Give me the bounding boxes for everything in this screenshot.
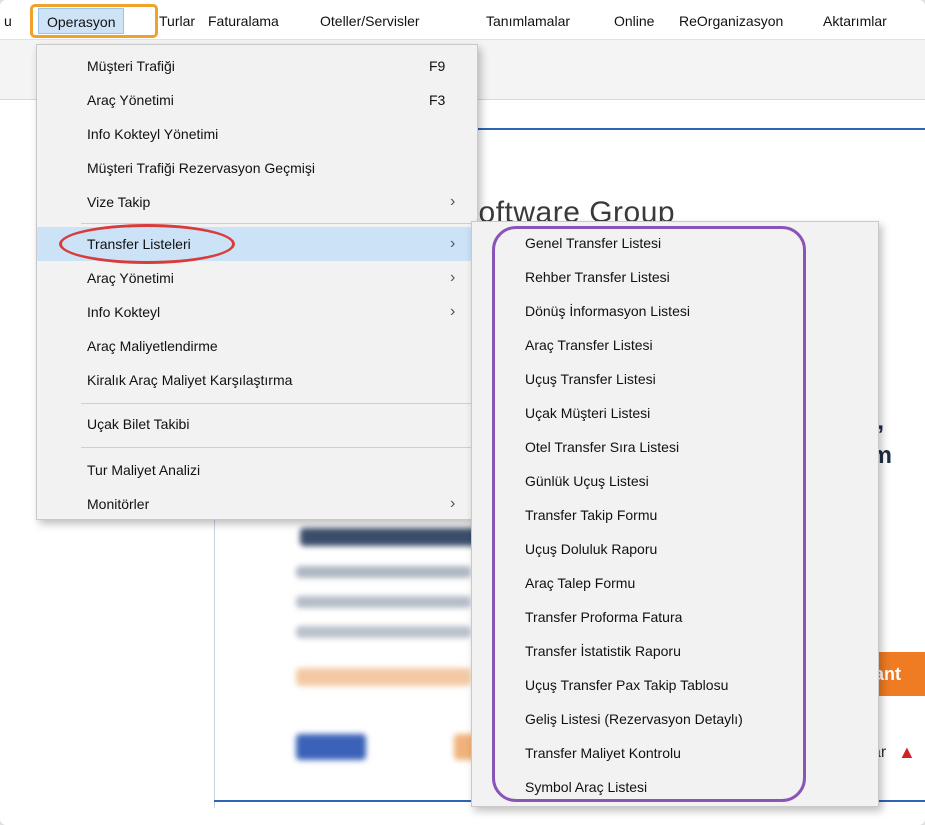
submenu-item-label: Uçak Müşteri Listesi [525, 405, 651, 421]
menu-reorganizasyon[interactable]: ReOrganizasyon [679, 8, 783, 34]
submenu-arrow-icon: › [450, 193, 456, 210]
submenu-item[interactable]: Transfer Maliyet Kontrolu [472, 736, 878, 770]
menu-item-label: Info Kokteyl Yönetimi [87, 126, 219, 142]
menu-item-label: Araç Yönetimi [87, 92, 174, 108]
menu-item-transfer-listeleri[interactable]: Transfer Listeleri › [37, 227, 477, 261]
submenu-item-label: Geliş Listesi (Rezervasyon Detaylı) [525, 711, 743, 727]
submenu-item-label: Günlük Uçuş Listesi [525, 473, 649, 489]
submenu-item[interactable]: Symbol Araç Listesi [472, 770, 878, 804]
submenu-item-label: Uçuş Transfer Pax Takip Tablosu [525, 677, 729, 693]
menu-item-shortcut: F9 [429, 58, 446, 74]
menu-item-monitorler[interactable]: Monitörler › [37, 487, 477, 521]
menu-item-tur-maliyet-analizi[interactable]: Tur Maliyet Analizi [37, 453, 477, 487]
submenu-item[interactable]: Otel Transfer Sıra Listesi [472, 430, 878, 464]
menu-tanimlamalar[interactable]: Tanımlamalar [486, 8, 570, 34]
menu-item-label: Info Kokteyl [87, 304, 161, 320]
menu-item-label: Tur Maliyet Analizi [87, 462, 201, 478]
menu-bar: u Operasyon Turlar Faturalama Oteller/Se… [0, 0, 925, 40]
submenu-item-label: Otel Transfer Sıra Listesi [525, 439, 680, 455]
menu-separator [81, 403, 471, 404]
menu-oteller-servisler[interactable]: Oteller/Servisler [320, 8, 420, 34]
blurred-text-line [296, 566, 471, 578]
submenu-item-label: Transfer Proforma Fatura [525, 609, 683, 625]
submenu-item[interactable]: Günlük Uçuş Listesi [472, 464, 878, 498]
submenu-item-label: Araç Talep Formu [525, 575, 636, 591]
menu-item-kiralik-arac-maliyet[interactable]: Kiralık Araç Maliyet Karşılaştırma [37, 363, 477, 397]
blurred-blue-button [296, 734, 366, 760]
menu-item-rezervasyon-gecmisi[interactable]: Müşteri Trafiği Rezervasyon Geçmişi [37, 151, 477, 185]
submenu-arrow-icon: › [450, 303, 456, 320]
menu-item-info-kokteyl[interactable]: Info Kokteyl › [37, 295, 477, 329]
submenu-item-label: Araç Transfer Listesi [525, 337, 653, 353]
submenu-item-label: Genel Transfer Listesi [525, 235, 662, 251]
menu-item-partial[interactable]: u [4, 8, 12, 34]
submenu-item[interactable]: Uçak Müşteri Listesi [472, 396, 878, 430]
menu-item-info-kokteyl-yonetimi[interactable]: Info Kokteyl Yönetimi [37, 117, 477, 151]
submenu-arrow-icon: › [450, 495, 456, 512]
transfer-listeleri-submenu: Genel Transfer Listesi Rehber Transfer L… [471, 221, 879, 807]
menu-faturalama[interactable]: Faturalama [208, 8, 279, 34]
submenu-item-label: Uçuş Transfer Listesi [525, 371, 656, 387]
menu-item-label: Kiralık Araç Maliyet Karşılaştırma [87, 372, 293, 388]
submenu-item[interactable]: Araç Talep Formu [472, 566, 878, 600]
menu-item-arac-maliyetlendirme[interactable]: Araç Maliyetlendirme [37, 329, 477, 363]
blurred-heading [300, 528, 480, 546]
operasyon-dropdown-menu: Müşteri Trafiği F9 Araç Yönetimi F3 Info… [36, 44, 478, 520]
menu-item-arac-yonetimi[interactable]: Araç Yönetimi F3 [37, 83, 477, 117]
submenu-item[interactable]: Uçuş Transfer Pax Takip Tablosu [472, 668, 878, 702]
menu-separator [81, 447, 471, 448]
submenu-item-label: Symbol Araç Listesi [525, 779, 648, 795]
submenu-item-label: Transfer Takip Formu [525, 507, 658, 523]
menu-item-ucak-bilet-takibi[interactable]: Uçak Bilet Takibi [37, 407, 477, 441]
menu-item-label: Uçak Bilet Takibi [87, 416, 190, 432]
submenu-item-label: Transfer Maliyet Kontrolu [525, 745, 681, 761]
red-logo-icon: ▲ [898, 742, 916, 762]
menu-item-vize-takip[interactable]: Vize Takip › [37, 185, 477, 219]
app-window: Software Group ni, um ant ar ▲ u Operasy… [0, 0, 925, 825]
submenu-item[interactable]: Dönüş İnformasyon Listesi [472, 294, 878, 328]
menu-operasyon[interactable]: Operasyon [38, 8, 125, 34]
submenu-item[interactable]: Transfer Takip Formu [472, 498, 878, 532]
menu-separator [81, 223, 471, 224]
submenu-item-label: Dönüş İnformasyon Listesi [525, 303, 690, 319]
submenu-item[interactable]: Araç Transfer Listesi [472, 328, 878, 362]
menu-online[interactable]: Online [614, 8, 654, 34]
blurred-text-line [296, 626, 471, 638]
submenu-item[interactable]: Transfer Proforma Fatura [472, 600, 878, 634]
menu-turlar[interactable]: Turlar [159, 8, 195, 34]
blurred-orange-bar [296, 668, 471, 686]
submenu-item[interactable]: Uçuş Transfer Listesi [472, 362, 878, 396]
submenu-item[interactable]: Genel Transfer Listesi [472, 226, 878, 260]
menu-item-arac-yonetimi-sub[interactable]: Araç Yönetimi › [37, 261, 477, 295]
menu-item-label: Müşteri Trafiği [87, 58, 175, 74]
menu-item-label: Transfer Listeleri [87, 236, 191, 252]
menu-item-label: Müşteri Trafiği Rezervasyon Geçmişi [87, 160, 315, 176]
menu-item-musteri-trafigi[interactable]: Müşteri Trafiği F9 [37, 49, 477, 83]
submenu-arrow-icon: › [450, 269, 456, 286]
submenu-item-label: Transfer İstatistik Raporu [525, 643, 681, 659]
submenu-item[interactable]: Uçuş Doluluk Raporu [472, 532, 878, 566]
submenu-item-label: Rehber Transfer Listesi [525, 269, 670, 285]
submenu-item[interactable]: Geliş Listesi (Rezervasyon Detaylı) [472, 702, 878, 736]
blurred-text-line [296, 596, 471, 608]
submenu-arrow-icon: › [450, 235, 456, 252]
menu-aktarimlar[interactable]: Aktarımlar [823, 8, 887, 34]
menu-item-label: Monitörler [87, 496, 150, 512]
menu-item-label: Araç Yönetimi [87, 270, 174, 286]
submenu-item[interactable]: Rehber Transfer Listesi [472, 260, 878, 294]
menu-item-shortcut: F3 [429, 92, 446, 108]
menu-item-label: Araç Maliyetlendirme [87, 338, 218, 354]
menu-item-label: Vize Takip [87, 194, 151, 210]
submenu-item[interactable]: Transfer İstatistik Raporu [472, 634, 878, 668]
submenu-item-label: Uçuş Doluluk Raporu [525, 541, 658, 557]
